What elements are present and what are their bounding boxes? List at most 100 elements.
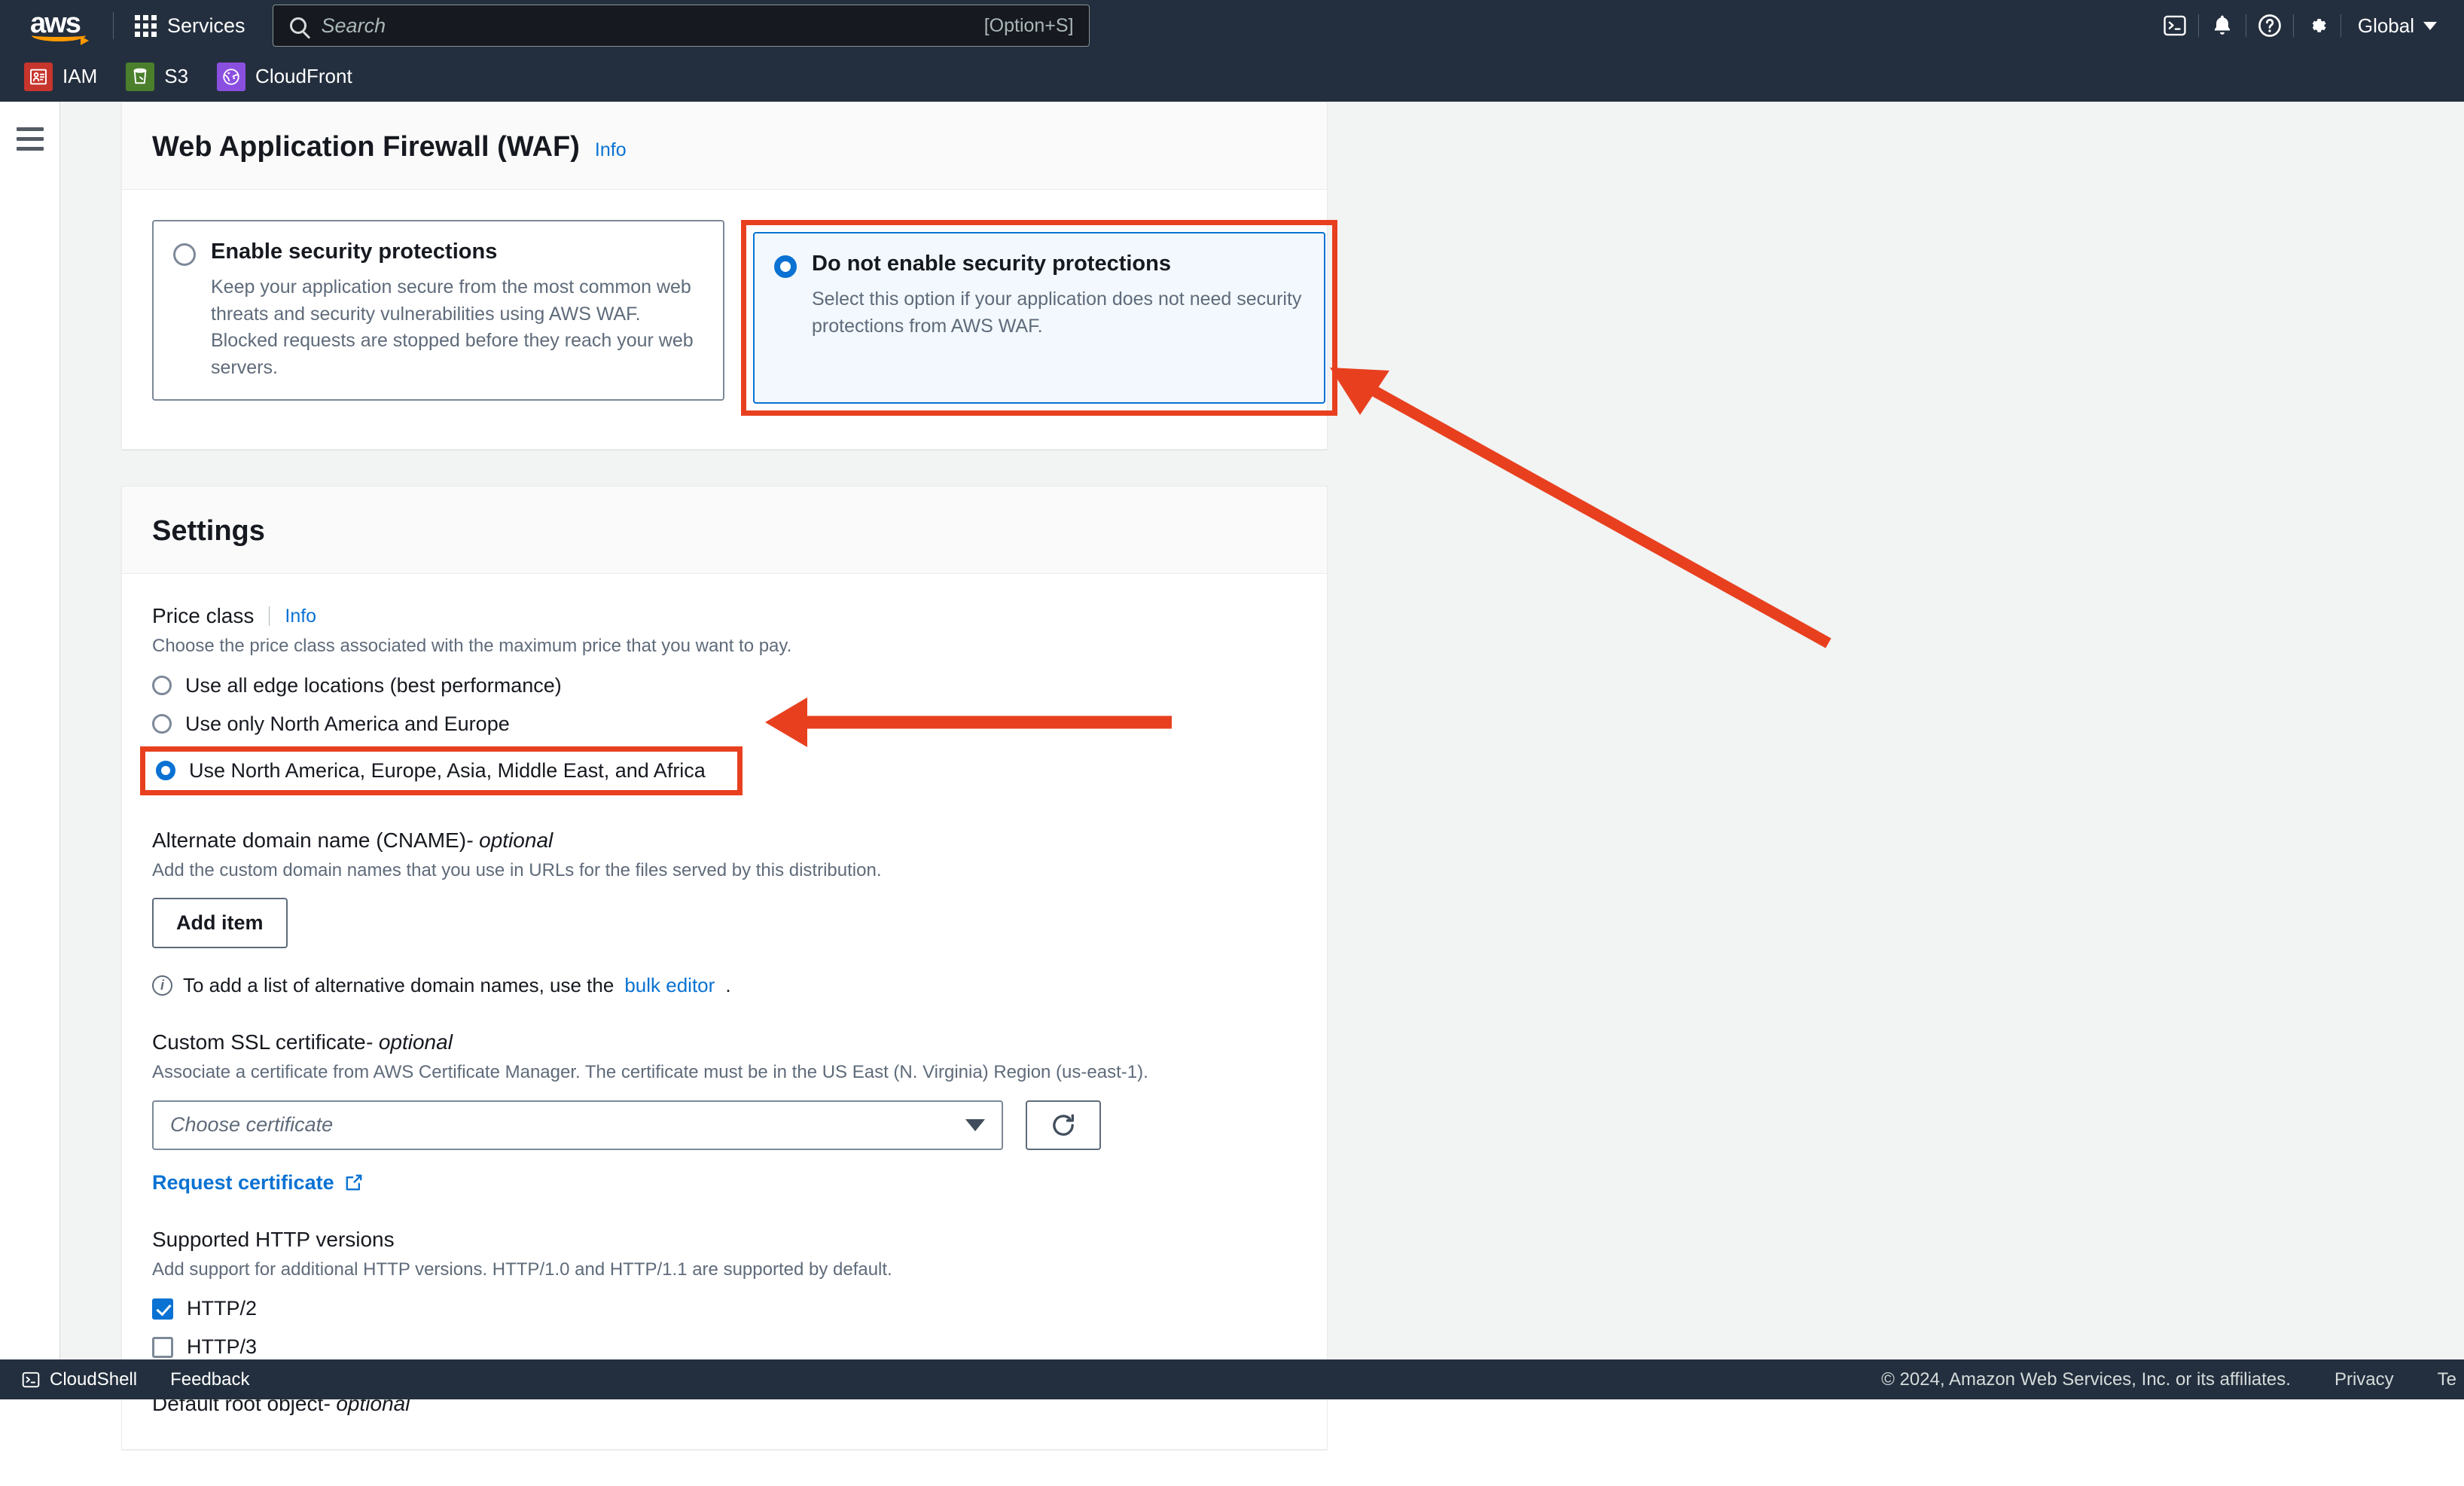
- http3-checkbox-row[interactable]: HTTP/3: [152, 1335, 1297, 1359]
- add-item-button[interactable]: Add item: [152, 898, 288, 948]
- help-question-icon[interactable]: [2246, 0, 2293, 51]
- search-shortcut-hint: [Option+S]: [984, 15, 1081, 37]
- price-class-label: Price class: [152, 604, 254, 628]
- price-class-label-row: Price class Info: [152, 604, 1297, 628]
- global-navigation-bar: aws Services [Option+S]: [0, 0, 2464, 51]
- external-link-icon: [344, 1173, 364, 1192]
- footer-terms-link[interactable]: Te: [2438, 1369, 2456, 1390]
- footer-copyright: © 2024, Amazon Web Services, Inc. or its…: [1881, 1369, 2291, 1390]
- left-side-rail: [0, 102, 60, 1399]
- grid-icon: [135, 15, 157, 37]
- ssl-select-row: Choose certificate: [152, 1100, 1297, 1150]
- nav-divider: [113, 12, 114, 39]
- radio-icon-selected[interactable]: [774, 255, 797, 278]
- http-versions-label: Supported HTTP versions: [152, 1228, 395, 1252]
- waf-card-body: Enable security protections Keep your ap…: [122, 190, 1327, 449]
- region-selector-button[interactable]: Global: [2341, 14, 2447, 38]
- request-certificate-label: Request certificate: [152, 1171, 334, 1195]
- page-title: Web Application Firewall (WAF): [152, 131, 580, 163]
- footer-cloudshell-button[interactable]: CloudShell: [21, 1369, 137, 1390]
- ssl-certificate-group: Custom SSL certificate - optional Associ…: [152, 1030, 1297, 1195]
- service-shortcut-label: IAM: [63, 65, 97, 88]
- alternate-domain-description: Add the custom domain names that you use…: [152, 858, 1297, 883]
- sidebar-toggle-hamburger-icon[interactable]: [17, 127, 44, 157]
- ssl-label: Custom SSL certificate: [152, 1030, 366, 1054]
- waf-card: Web Application Firewall (WAF) Info Enab…: [121, 102, 1328, 450]
- service-shortcut-cloudfront[interactable]: CloudFront: [217, 63, 352, 91]
- cloudfront-globe-icon: [217, 63, 245, 91]
- settings-card: Settings Price class Info Choose the pri…: [121, 486, 1328, 1450]
- bulk-editor-link[interactable]: bulk editor: [624, 974, 715, 997]
- footer-privacy-link[interactable]: Privacy: [2334, 1369, 2394, 1390]
- footer-right-cluster: © 2024, Amazon Web Services, Inc. or its…: [1881, 1369, 2456, 1390]
- service-shortcut-bar: IAM S3 CloudFront: [0, 51, 2464, 102]
- cloudshell-icon: [21, 1370, 41, 1390]
- footer-cloudshell-label: CloudShell: [50, 1369, 137, 1390]
- bulk-editor-hint: i To add a list of alternative domain na…: [152, 974, 1297, 997]
- footer-feedback-label: Feedback: [170, 1369, 249, 1390]
- ssl-label-row: Custom SSL certificate - optional: [152, 1030, 1297, 1054]
- settings-card-body: Price class Info Choose the price class …: [122, 574, 1327, 1449]
- refresh-icon: [1048, 1110, 1078, 1140]
- settings-card-header: Settings: [122, 487, 1327, 574]
- footer-feedback-link[interactable]: Feedback: [170, 1369, 249, 1390]
- checkbox-icon-checked[interactable]: [152, 1298, 173, 1320]
- alternate-domain-group: Alternate domain name (CNAME) - optional…: [152, 828, 1297, 998]
- waf-option-enable-description: Keep your application secure from the mo…: [211, 274, 703, 381]
- cloudshell-icon[interactable]: [2151, 0, 2198, 51]
- aws-logo[interactable]: aws: [27, 9, 96, 42]
- service-shortcut-s3[interactable]: S3: [126, 63, 188, 91]
- request-certificate-link[interactable]: Request certificate: [152, 1171, 364, 1195]
- global-search-bar[interactable]: [Option+S]: [273, 5, 1090, 47]
- nav-right-cluster: Global: [2151, 0, 2447, 51]
- http-versions-description: Add support for additional HTTP versions…: [152, 1257, 1297, 1283]
- form-content-column: Web Application Firewall (WAF) Info Enab…: [121, 102, 1328, 1486]
- http-versions-label-row: Supported HTTP versions: [152, 1228, 1297, 1252]
- waf-option-disable-highlight-box: Do not enable security protections Selec…: [741, 220, 1337, 416]
- application-body: Web Application Firewall (WAF) Info Enab…: [0, 102, 2464, 1399]
- price-class-description: Choose the price class associated with t…: [152, 633, 1297, 659]
- iam-service-icon: [24, 63, 53, 91]
- notifications-bell-icon[interactable]: [2199, 0, 2246, 51]
- checkbox-icon[interactable]: [152, 1337, 173, 1358]
- waf-option-enable[interactable]: Enable security protections Keep your ap…: [152, 220, 724, 401]
- aws-logo-smile: [32, 29, 86, 41]
- price-class-option-na-eu[interactable]: Use only North America and Europe: [152, 712, 1297, 736]
- http2-label: HTTP/2: [187, 1297, 257, 1320]
- waf-option-disable-title: Do not enable security protections: [812, 252, 1171, 276]
- http2-checkbox-row[interactable]: HTTP/2: [152, 1297, 1297, 1320]
- certificate-select-placeholder: Choose certificate: [170, 1113, 965, 1137]
- price-class-option-na-eu-asia-me-africa[interactable]: Use North America, Europe, Asia, Middle …: [140, 746, 743, 795]
- waf-option-tiles: Enable security protections Keep your ap…: [152, 220, 1297, 416]
- certificate-select[interactable]: Choose certificate: [152, 1100, 1003, 1150]
- services-menu-button[interactable]: Services: [130, 0, 250, 51]
- chevron-down-icon: [2423, 22, 2437, 30]
- price-class-info-link[interactable]: Info: [285, 606, 316, 627]
- refresh-certificates-button[interactable]: [1026, 1100, 1101, 1150]
- bulk-editor-hint-prefix: To add a list of alternative domain name…: [183, 974, 614, 997]
- radio-icon-selected[interactable]: [156, 761, 175, 780]
- http-versions-group: Supported HTTP versions Add support for …: [152, 1228, 1297, 1359]
- waf-option-enable-wrapper: Enable security protections Keep your ap…: [152, 220, 724, 416]
- bulk-editor-hint-suffix: .: [725, 974, 730, 997]
- radio-icon[interactable]: [152, 714, 172, 734]
- alternate-domain-label: Alternate domain name (CNAME): [152, 828, 466, 853]
- alternate-domain-optional: - optional: [466, 828, 553, 853]
- region-selector-label: Global: [2358, 14, 2414, 38]
- waf-info-link[interactable]: Info: [595, 139, 627, 161]
- waf-option-disable[interactable]: Do not enable security protections Selec…: [753, 232, 1325, 404]
- search-input[interactable]: [322, 14, 984, 38]
- service-shortcut-iam[interactable]: IAM: [24, 63, 97, 91]
- settings-gear-icon[interactable]: [2294, 0, 2340, 51]
- radio-icon[interactable]: [152, 676, 172, 695]
- service-shortcut-label: S3: [164, 65, 188, 88]
- http3-label: HTTP/3: [187, 1335, 257, 1359]
- price-class-option-all-edge[interactable]: Use all edge locations (best performance…: [152, 674, 1297, 697]
- ssl-optional: - optional: [366, 1030, 453, 1054]
- chevron-down-icon: [965, 1119, 985, 1131]
- price-class-option-label: Use North America, Europe, Asia, Middle …: [189, 759, 706, 783]
- price-class-group: Price class Info Choose the price class …: [152, 604, 1297, 795]
- search-icon: [290, 17, 306, 34]
- service-shortcut-label: CloudFront: [255, 65, 352, 88]
- radio-icon[interactable]: [173, 243, 196, 266]
